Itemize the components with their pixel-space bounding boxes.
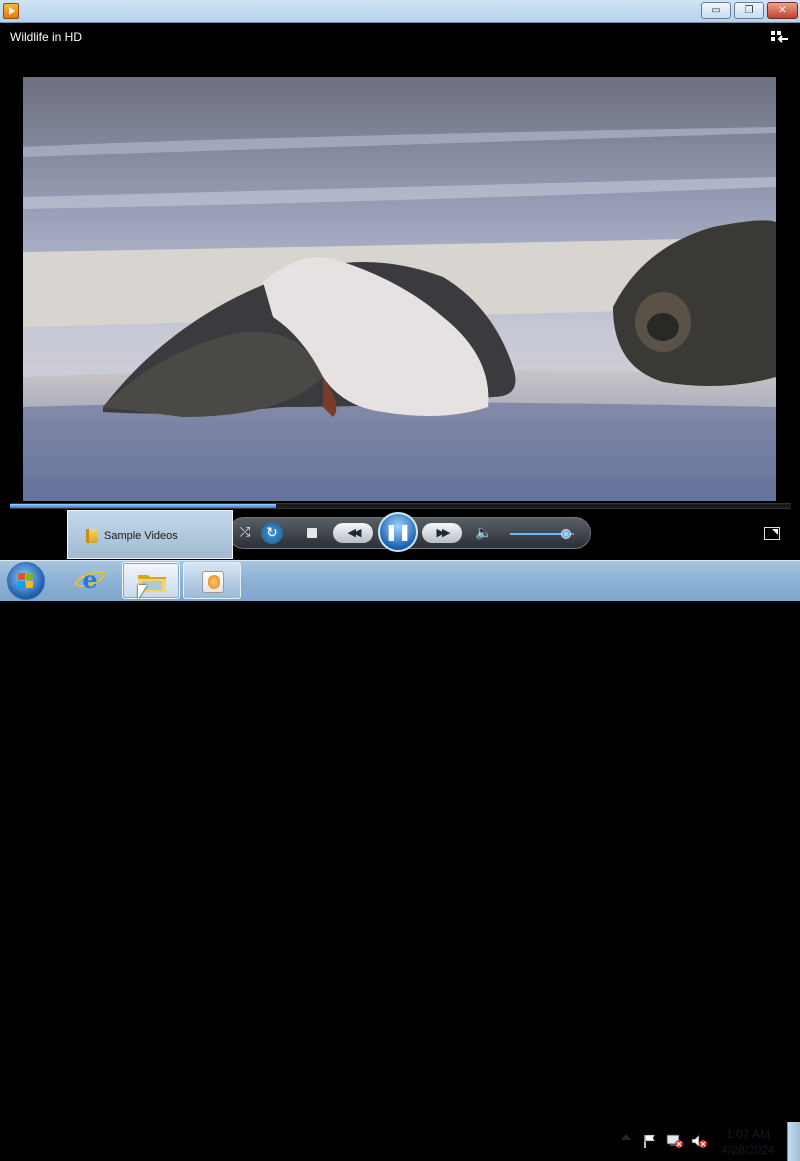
taskbar-windows-explorer[interactable] [122,562,180,599]
clock-date: 4/28/2024 [721,1143,775,1157]
next-button[interactable]: ▶▶ [422,523,462,543]
windows-logo-icon [18,573,34,589]
show-desktop-button[interactable] [787,1122,800,1161]
start-button[interactable] [7,562,45,600]
network-disconnected-icon[interactable] [666,1133,683,1149]
volume-muted-icon[interactable] [690,1133,707,1149]
media-player-app-icon[interactable] [3,3,19,19]
media-title: Wildlife in HD [10,30,83,44]
show-hidden-icons-icon[interactable] [621,1134,631,1140]
volume-thumb[interactable] [561,529,572,539]
jump-item-sample-videos[interactable]: Sample Videos [86,527,178,545]
previous-button[interactable]: ◀◀ [333,523,373,543]
repeat-button[interactable]: ↻ [261,522,283,544]
taskbar-jump-popup: Sample Videos [67,510,233,559]
folder-icon [86,529,98,543]
jump-item-label: Sample Videos [104,530,178,542]
seek-bar[interactable] [10,503,791,509]
switch-to-library-icon[interactable] [770,30,790,46]
playback-controls: ⤭ ↻ ◀◀ ❚❚ ▶▶ 🔈 [228,512,591,552]
mouse-cursor [138,585,147,599]
seek-progress [10,504,276,508]
mute-button[interactable]: 🔈 [473,522,495,544]
restore-button[interactable]: ❐ [734,2,764,19]
action-center-flag-icon[interactable] [642,1133,658,1149]
pause-button[interactable]: ❚❚ [378,512,418,552]
media-player-icon [202,571,224,593]
close-button[interactable]: ✕ [767,2,798,19]
volume-slider[interactable] [510,529,574,539]
minimize-button[interactable]: ▭ [701,2,731,19]
video-display[interactable] [23,77,776,501]
shuffle-button[interactable]: ⤭ [235,522,255,544]
video-frame-seals [23,77,776,501]
clock-time: 1:07 AM [725,1127,771,1141]
fullscreen-icon[interactable] [764,527,780,540]
taskbar: e 1:07 AM 4/28/2024 [0,560,800,1161]
system-clock[interactable]: 1:07 AM 4/28/2024 [717,1126,779,1158]
window-titlebar[interactable]: ▭ ❐ ✕ [0,0,800,23]
taskbar-media-player[interactable] [183,562,241,599]
volume-fill [510,533,567,535]
stop-button[interactable] [307,528,317,538]
taskbar-internet-explorer[interactable]: e [61,562,119,599]
